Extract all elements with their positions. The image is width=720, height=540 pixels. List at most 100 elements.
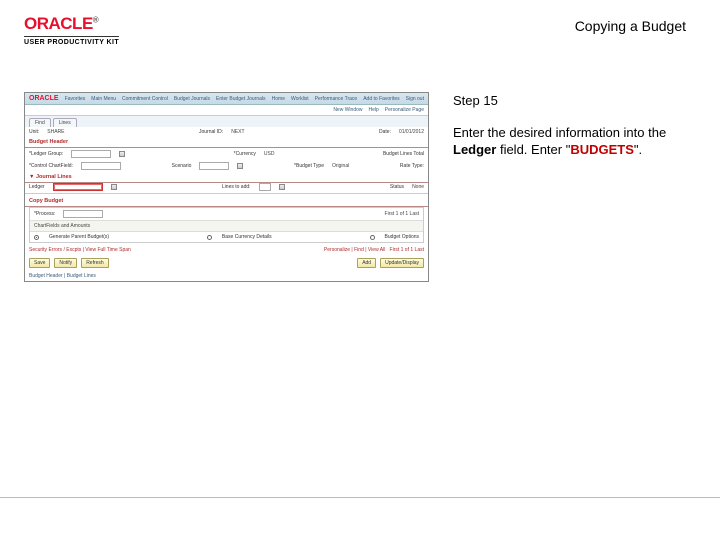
proc-input[interactable]: [63, 210, 103, 218]
tab-lines[interactable]: Lines: [53, 118, 77, 127]
proc-label: *Process:: [34, 211, 55, 217]
page-title: Copying a Budget: [575, 18, 686, 34]
lookup-icon[interactable]: [237, 163, 243, 169]
ledger-label: Ledger: [29, 184, 45, 190]
text-before: Enter the desired information into the: [453, 125, 666, 140]
crumb[interactable]: Budget Journals: [174, 96, 210, 102]
first-last-2[interactable]: First 1 of 1 Last: [390, 247, 424, 253]
app-topbar: ORACLE Favorites Main Menu Commitment Co…: [25, 93, 428, 105]
scenario-label: Scenario: [172, 163, 192, 169]
security-link[interactable]: Security Errors / Excpts | View Full Tim…: [29, 247, 131, 253]
help-link[interactable]: Help: [369, 107, 379, 113]
status-label: Status: [390, 184, 404, 190]
first-last[interactable]: First 1 of 1 Last: [385, 211, 419, 217]
panel-utility-row: New Window Help Personalize Page: [25, 105, 428, 116]
section-budget-header: Budget Header: [25, 137, 428, 148]
lookup-icon[interactable]: [111, 184, 117, 190]
update-button[interactable]: Update/Display: [380, 258, 424, 268]
save-button[interactable]: Save: [29, 258, 50, 268]
parent-opts-label: Base Currency Details: [222, 234, 272, 240]
ledger-group-input[interactable]: [71, 150, 111, 158]
content: ORACLE Favorites Main Menu Commitment Co…: [0, 52, 720, 282]
unit-value: SHARE: [47, 129, 64, 135]
oracle-logo: ORACLE®: [24, 14, 119, 34]
ledger-group-label: *Ledger Group:: [29, 151, 63, 157]
footer-divider: [0, 497, 720, 498]
text-after: ".: [634, 142, 642, 157]
lines-to-add-label: Lines to add:: [222, 184, 251, 190]
signout-link[interactable]: Sign out: [406, 96, 424, 102]
section-copy-budget: Copy Budget: [25, 196, 428, 207]
perf-link[interactable]: Performance Trace: [315, 96, 358, 102]
footer-links[interactable]: Budget Header | Budget Lines: [25, 271, 428, 281]
section-budget-lines[interactable]: ▼ Journal Lines: [25, 172, 428, 183]
date-label: Date:: [379, 129, 391, 135]
budget-type-value: Original: [332, 163, 349, 169]
crumb[interactable]: Enter Budget Journals: [216, 96, 265, 102]
button-bar: Save Notify Refresh Add Update/Display: [25, 255, 428, 271]
add-icon[interactable]: [279, 184, 285, 190]
journal-value: NEXT: [231, 129, 244, 135]
ledger-input[interactable]: [53, 183, 103, 191]
logo-block: ORACLE® USER PRODUCTIVITY KIT: [24, 14, 119, 46]
radio-use-default[interactable]: [370, 235, 375, 240]
instruction-text: Enter the desired information into the L…: [453, 124, 693, 159]
text-mid: field. Enter ": [496, 142, 570, 157]
row-radios: Generate Parent Budget(s) Base Currency …: [30, 232, 423, 242]
control-cf-label: *Control ChartField:: [29, 163, 73, 169]
date-value: 01/01/2012: [399, 129, 424, 135]
lookup-icon[interactable]: [119, 151, 125, 157]
row-ledger: *Ledger Group: *Currency USD Budget Line…: [25, 148, 428, 160]
instructions-panel: Step 15 Enter the desired information in…: [453, 92, 693, 159]
breadcrumb[interactable]: Favorites Main Menu Commitment Control B…: [65, 96, 266, 102]
row-ledger2: Ledger Lines to add: Status None: [25, 183, 428, 191]
personalize-find[interactable]: Personalize | Find | View All: [324, 247, 385, 253]
copy-budget-box: *Process: First 1 of 1 Last ChartFields …: [29, 207, 424, 243]
row-subtabs: ChartFields and Amounts: [30, 220, 423, 232]
app-screenshot: ORACLE Favorites Main Menu Commitment Co…: [25, 93, 428, 281]
scenario-input[interactable]: [199, 162, 229, 170]
home-link[interactable]: Home: [272, 96, 285, 102]
crumb[interactable]: Commitment Control: [122, 96, 168, 102]
status-value: None: [412, 184, 424, 190]
notify-button[interactable]: Notify: [54, 258, 77, 268]
use-default-label: Budget Options: [385, 234, 419, 240]
row-proc: *Process: First 1 of 1 Last: [30, 208, 423, 220]
header-info-row: Unit: SHARE Journal ID: NEXT Date: 01/01…: [25, 127, 428, 137]
gen-parent-label: Generate Parent Budget(s): [49, 234, 109, 240]
new-window-link[interactable]: New Window: [333, 107, 362, 113]
unit-label: Unit:: [29, 129, 39, 135]
budget-type-label: *Budget Type: [294, 163, 324, 169]
header: ORACLE® USER PRODUCTIVITY KIT Copying a …: [0, 0, 720, 52]
row-control: *Control ChartField: Scenario *Budget Ty…: [25, 160, 428, 172]
target-value: BUDGETS: [570, 142, 634, 157]
brand-text: ORACLE: [24, 14, 93, 33]
tab-find[interactable]: Find: [29, 118, 51, 127]
journal-label: Journal ID:: [199, 129, 223, 135]
fav-link[interactable]: Add to Favorites: [363, 96, 399, 102]
subtab[interactable]: ChartFields and Amounts: [34, 223, 90, 229]
count-label: Budget Lines Total: [383, 151, 424, 157]
divider: [25, 193, 428, 194]
personalize-link[interactable]: Personalize Page: [385, 107, 424, 113]
tab-bar: Find Lines: [25, 116, 428, 127]
step-label: Step 15: [453, 92, 693, 110]
field-name: Ledger: [453, 142, 496, 157]
refresh-button[interactable]: Refresh: [81, 258, 109, 268]
control-cf-input[interactable]: [81, 162, 121, 170]
crumb[interactable]: Main Menu: [91, 96, 116, 102]
add-button[interactable]: Add: [357, 258, 376, 268]
worklist-link[interactable]: Worklist: [291, 96, 309, 102]
currency-label: *Currency: [234, 151, 256, 157]
radio-gen-parent[interactable]: [34, 235, 39, 240]
rate-type-label: Rate Type:: [400, 163, 424, 169]
brand-suffix: ®: [93, 15, 98, 24]
currency-value: USD: [264, 151, 275, 157]
lines-to-add-input[interactable]: [259, 183, 271, 191]
link-row: Security Errors / Excpts | View Full Tim…: [25, 245, 428, 255]
crumb[interactable]: Favorites: [65, 96, 86, 102]
app-logo: ORACLE: [29, 95, 59, 102]
radio-parent-opts[interactable]: [207, 235, 212, 240]
screenshot-frame: ORACLE Favorites Main Menu Commitment Co…: [24, 92, 429, 282]
upk-label: USER PRODUCTIVITY KIT: [24, 36, 119, 46]
